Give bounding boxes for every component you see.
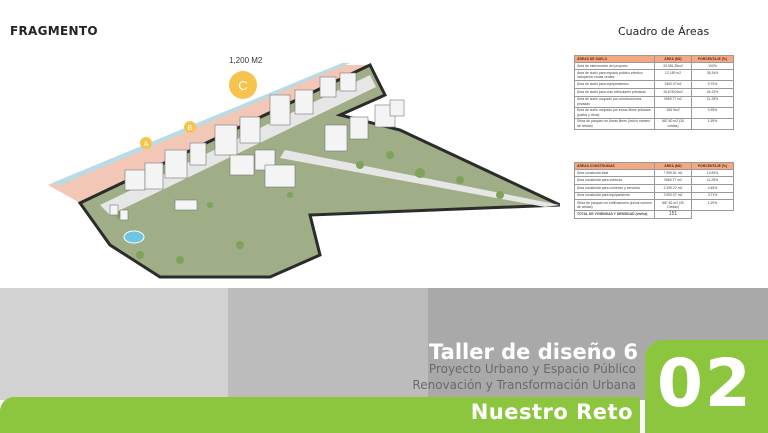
- table-row: Área construida para comercio y servicio…: [574, 184, 734, 193]
- header-cell: ÁREA (M2): [654, 162, 692, 170]
- table-row: Área de suelo para equipamientos 3300.07…: [574, 80, 734, 89]
- footer-band-mid: [228, 288, 428, 400]
- course-subtitle-2: Renovación y Transformación Urbana: [412, 378, 636, 392]
- areas-table-title: Cuadro de Áreas: [618, 25, 710, 38]
- table-total-row: TOTAL DE VIVIENDAS Y DENSIDAD (viv/ha) 1…: [574, 210, 734, 219]
- header-cell: ÁREAS CONSTRUIDAS: [574, 162, 655, 170]
- table-row: Área de intervención del proyecto 33.981…: [574, 61, 734, 71]
- header-cell: ÁREAS DE SUELO: [574, 55, 655, 63]
- table-row: Área de suelo ocupado por zonas libres p…: [574, 106, 734, 119]
- table-row: Área de suelo para vías vehiculares prim…: [574, 88, 734, 97]
- site-plan-illustration: A B C: [48, 63, 560, 279]
- section-title: Nuestro Reto: [470, 400, 633, 424]
- header-cell: ÁREA (M2): [654, 55, 692, 63]
- marker-b: B: [188, 125, 193, 132]
- built-areas-table: ÁREAS CONSTRUIDAS ÁREA (M2) PORCENTAJE (…: [574, 162, 734, 219]
- section-number: 02: [657, 345, 753, 422]
- table-row: Sitios de parqueo en Áreas libres (inclu…: [574, 117, 734, 130]
- table-row: Área de suelo para espacio público efect…: [574, 69, 734, 82]
- table-row: Área construida para equipamiento 3 900.…: [574, 191, 734, 201]
- table-row: Área construida total 7 990.61 m2 13.83%: [574, 168, 734, 178]
- header-cell: PORCENTAJE (%): [691, 162, 734, 170]
- header-cell: PORCENTAJE (%): [691, 55, 734, 63]
- table-row: Área de suelo ocupado por construcciones…: [574, 95, 734, 108]
- plan-area-label: 1,200 M2: [229, 56, 263, 65]
- land-areas-table: ÁREAS DE SUELO ÁREA (M2) PORCENTAJE (%) …: [574, 55, 734, 130]
- table-row: Área construida para vivienda 3969.77 m2…: [574, 176, 734, 185]
- footer-band-light: [0, 288, 228, 400]
- marker-c: C: [238, 78, 247, 93]
- course-subtitle-1: Proyecto Urbano y Espacio Público: [428, 362, 636, 376]
- marker-a: A: [144, 141, 149, 148]
- page-title: FRAGMENTO: [10, 24, 98, 38]
- table-row: Sitios de parqueo en edificaciones (incl…: [574, 199, 734, 212]
- course-title: Taller de diseño 6: [429, 340, 638, 364]
